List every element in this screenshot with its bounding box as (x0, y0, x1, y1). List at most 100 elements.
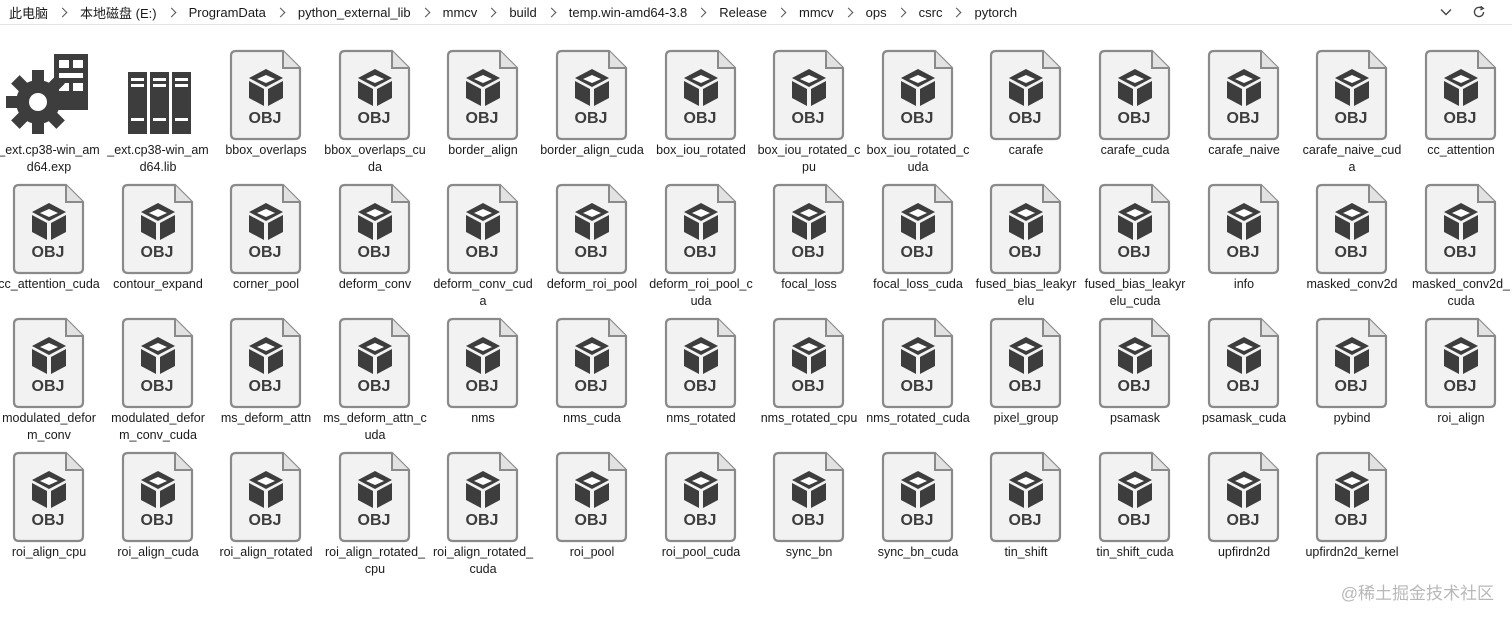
file-item[interactable]: OBJ deform_roi_pool_cuda (649, 178, 753, 308)
breadcrumb-separator-icon[interactable] (275, 7, 286, 17)
breadcrumb-item[interactable]: ProgramData (188, 5, 267, 20)
obj-file-icon: OBJ (1206, 450, 1282, 544)
file-item[interactable]: OBJ carafe_cuda (1083, 44, 1187, 174)
file-item[interactable]: OBJ nms_rotated_cuda (866, 312, 970, 442)
file-item[interactable]: OBJ carafe_naive (1192, 44, 1296, 174)
file-item[interactable]: OBJ pybind (1300, 312, 1404, 442)
file-item[interactable]: OBJ bbox_overlaps_cuda (323, 44, 427, 174)
file-item[interactable]: OBJ upfirdn2d_kernel (1300, 446, 1404, 576)
obj-icon-label: OBJ (358, 512, 391, 529)
file-name: fused_bias_leakyrelu (975, 277, 1077, 308)
file-item[interactable]: OBJ masked_conv2d_cuda (1409, 178, 1512, 308)
file-item[interactable]: OBJ nms (431, 312, 535, 442)
file-item[interactable]: OBJ roi_align_rotated (214, 446, 318, 576)
refresh-icon[interactable] (1469, 2, 1489, 22)
file-item[interactable]: OBJ nms_rotated_cpu (757, 312, 861, 442)
obj-file-icon: OBJ (228, 48, 304, 142)
breadcrumb-separator-icon[interactable] (420, 7, 431, 17)
file-item[interactable]: OBJ nms_rotated (649, 312, 753, 442)
breadcrumb-item[interactable]: python_external_lib (297, 5, 412, 20)
file-item[interactable]: _ext.cp38-win_amd64.exp (0, 44, 101, 174)
file-item[interactable]: OBJ deform_conv_cuda (431, 178, 535, 308)
file-item[interactable]: OBJ nms_cuda (540, 312, 644, 442)
file-item[interactable]: _ext.cp38-win_amd64.lib (106, 44, 210, 174)
breadcrumb-separator-icon[interactable] (776, 7, 787, 17)
breadcrumb-item[interactable]: temp.win-amd64-3.8 (568, 5, 689, 20)
breadcrumb-item[interactable]: csrc (918, 5, 944, 20)
obj-icon-label: OBJ (1118, 110, 1151, 127)
obj-file-icon: OBJ (988, 316, 1064, 410)
file-item[interactable]: OBJ upfirdn2d (1192, 446, 1296, 576)
file-name: masked_conv2d_cuda (1412, 277, 1510, 308)
chevron-down-icon[interactable] (1437, 3, 1455, 21)
file-name: box_iou_rotated (656, 143, 746, 157)
file-item[interactable]: OBJ carafe (974, 44, 1078, 174)
file-item[interactable]: OBJ sync_bn_cuda (866, 446, 970, 576)
file-item[interactable]: OBJ roi_align_cuda (106, 446, 210, 576)
file-item[interactable]: OBJ modulated_deform_conv_cuda (106, 312, 210, 442)
file-item[interactable]: OBJ roi_align_rotated_cpu (323, 446, 427, 576)
file-item[interactable]: OBJ carafe_naive_cuda (1300, 44, 1404, 174)
file-item[interactable]: OBJ tin_shift_cuda (1083, 446, 1187, 576)
obj-file-icon: OBJ (988, 182, 1064, 276)
breadcrumb-item[interactable]: mmcv (798, 5, 835, 20)
file-item[interactable]: OBJ deform_roi_pool (540, 178, 644, 308)
breadcrumb-item[interactable]: 本地磁盘 (E:) (79, 3, 158, 22)
breadcrumb-item[interactable]: mmcv (442, 5, 479, 20)
file-item[interactable]: OBJ box_iou_rotated_cuda (866, 44, 970, 174)
breadcrumb-separator-icon[interactable] (696, 7, 707, 17)
file-item[interactable]: OBJ sync_bn (757, 446, 861, 576)
breadcrumb-item[interactable]: pytorch (973, 5, 1018, 20)
file-item[interactable]: OBJ border_align_cuda (540, 44, 644, 174)
file-item[interactable]: OBJ fused_bias_leakyrelu_cuda (1083, 178, 1187, 308)
file-item[interactable]: OBJ modulated_deform_conv (0, 312, 101, 442)
breadcrumb-separator-icon[interactable] (546, 7, 557, 17)
obj-file-icon: OBJ (337, 316, 413, 410)
obj-icon-label: OBJ (1118, 244, 1151, 261)
file-item[interactable]: OBJ roi_align_rotated_cuda (431, 446, 535, 576)
file-item[interactable]: OBJ pixel_group (974, 312, 1078, 442)
file-item[interactable]: OBJ psamask_cuda (1192, 312, 1296, 442)
obj-icon-label: OBJ (1118, 378, 1151, 395)
breadcrumb-item[interactable]: Release (718, 5, 768, 20)
file-name: box_iou_rotated_cuda (866, 143, 970, 174)
breadcrumb-separator-icon[interactable] (166, 7, 177, 17)
file-name: modulated_deform_conv (2, 411, 96, 442)
file-item[interactable]: OBJ cc_attention_cuda (0, 178, 101, 308)
breadcrumb-item[interactable]: 此电脑 (8, 3, 49, 22)
obj-icon-label: OBJ (901, 512, 934, 529)
file-item[interactable]: OBJ psamask (1083, 312, 1187, 442)
file-name: roi_align_rotated (219, 545, 313, 559)
file-item[interactable]: OBJ roi_align_cpu (0, 446, 101, 576)
file-item[interactable]: OBJ contour_expand (106, 178, 210, 308)
address-bar[interactable]: 此电脑 本地磁盘 (E:) ProgramData python_external_l… (0, 0, 1512, 25)
file-item[interactable]: OBJ masked_conv2d (1300, 178, 1404, 308)
obj-icon-label: OBJ (1009, 512, 1042, 529)
file-item[interactable]: OBJ box_iou_rotated_cpu (757, 44, 861, 174)
breadcrumb-separator-icon[interactable] (486, 7, 497, 17)
file-item[interactable]: OBJ cc_attention (1409, 44, 1512, 174)
file-item[interactable]: OBJ deform_conv (323, 178, 427, 308)
file-item[interactable]: OBJ box_iou_rotated (649, 44, 753, 174)
file-item[interactable]: OBJ border_align (431, 44, 535, 174)
breadcrumb-separator-icon[interactable] (896, 7, 907, 17)
file-item[interactable]: OBJ corner_pool (214, 178, 318, 308)
obj-icon-label: OBJ (32, 244, 65, 261)
breadcrumb-item[interactable]: build (508, 5, 537, 20)
file-item[interactable]: OBJ focal_loss_cuda (866, 178, 970, 308)
breadcrumb-separator-icon[interactable] (57, 7, 68, 17)
file-item[interactable]: OBJ roi_pool_cuda (649, 446, 753, 576)
file-item[interactable]: OBJ fused_bias_leakyrelu (974, 178, 1078, 308)
file-item[interactable]: OBJ roi_align (1409, 312, 1512, 442)
file-name: contour_expand (113, 277, 203, 291)
file-item[interactable]: OBJ roi_pool (540, 446, 644, 576)
file-item[interactable]: OBJ focal_loss (757, 178, 861, 308)
file-item[interactable]: OBJ tin_shift (974, 446, 1078, 576)
breadcrumb-separator-icon[interactable] (952, 7, 962, 17)
file-item[interactable]: OBJ bbox_overlaps (214, 44, 318, 174)
breadcrumb-separator-icon[interactable] (843, 7, 854, 17)
file-item[interactable]: OBJ ms_deform_attn_cuda (323, 312, 427, 442)
file-item[interactable]: OBJ ms_deform_attn (214, 312, 318, 442)
file-item[interactable]: OBJ info (1192, 178, 1296, 308)
breadcrumb-item[interactable]: ops (865, 5, 888, 20)
